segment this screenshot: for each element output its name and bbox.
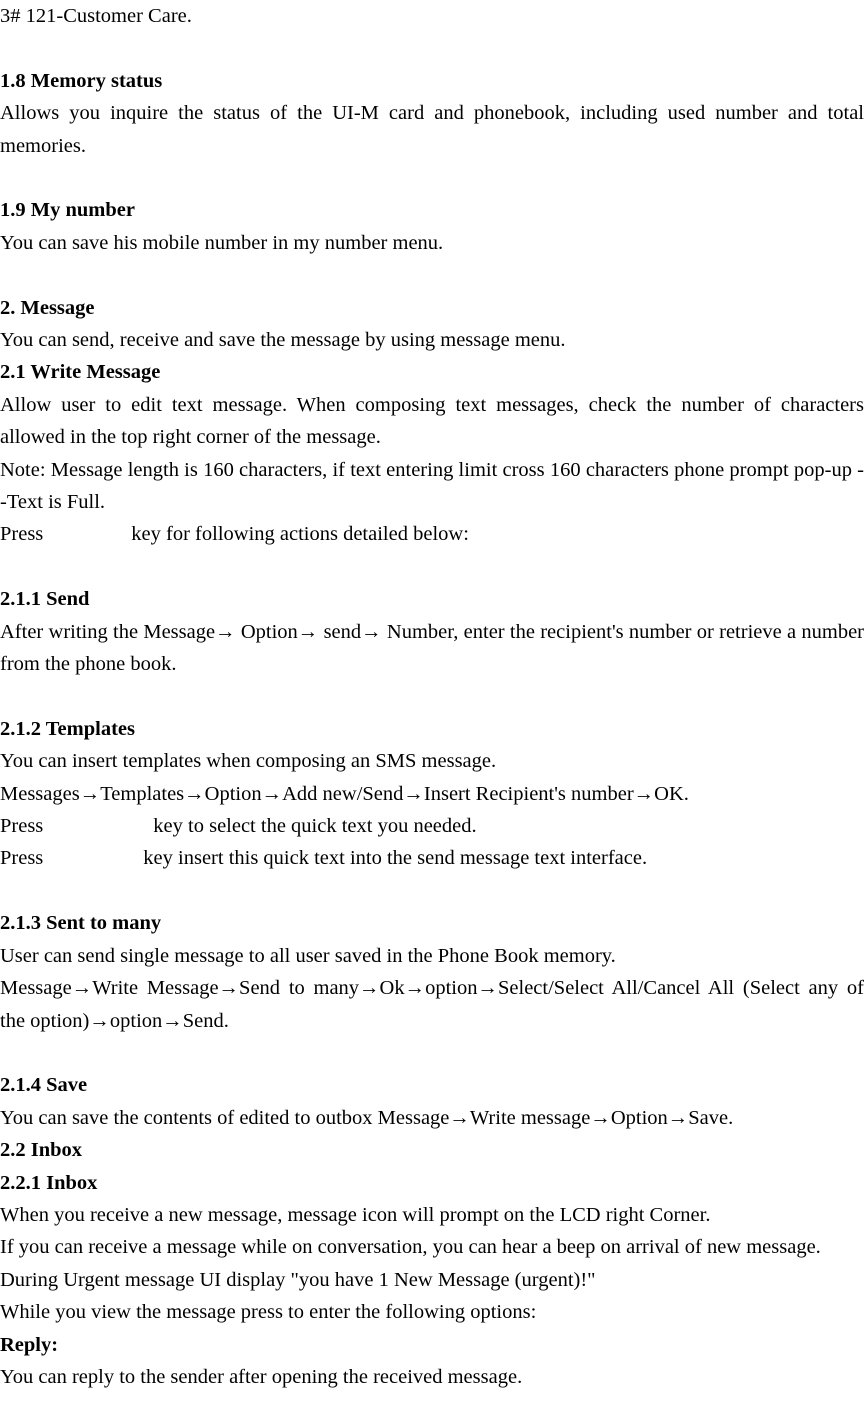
vertical-spacer (0, 1037, 864, 1069)
document-body: 3# 121-Customer Care. 1.8 Memory status … (0, 0, 864, 1393)
heading-save: 2.1.4 Save (0, 1074, 88, 1097)
paragraph-my-number: You can save his mobile number in my num… (0, 231, 444, 254)
vertical-spacer (0, 551, 864, 583)
paragraph-templates-2: Messages→Templates→Option→Add new/Send→I… (0, 782, 689, 805)
vertical-spacer (0, 680, 864, 712)
paragraph-inbox-3: During Urgent message UI display "you ha… (0, 1268, 596, 1291)
vertical-spacer (0, 162, 864, 194)
press-key-line-1: Press key for following actions detailed … (0, 518, 864, 550)
press-key-line-3: Press key insert this quick text into the… (0, 842, 864, 874)
paragraph-write-message-1: Allow user to edit text message. When co… (0, 393, 864, 449)
paragraph-send: After writing the Message→ Option→ send→… (0, 620, 864, 676)
paragraph-message: You can send, receive and save the messa… (0, 329, 566, 352)
paragraph-memory-status: Allows you inquire the status of the UI-… (0, 102, 864, 157)
document-page: 3# 121-Customer Care. 1.8 Memory status … (0, 0, 865, 1418)
vertical-spacer (0, 875, 864, 907)
press-instruction: key to select the quick text you needed. (153, 815, 477, 838)
heading-my-number: 1.9 My number (0, 199, 135, 222)
heading-sent-to-many: 2.1.3 Sent to many (0, 912, 162, 935)
vertical-spacer (0, 32, 864, 64)
press-instruction: key for following actions detailed below… (131, 523, 469, 546)
heading-send: 2.1.1 Send (0, 588, 90, 611)
paragraph-inbox-2: If you can receive a message while on co… (0, 1236, 821, 1259)
paragraph-templates-1: You can insert templates when composing … (0, 750, 497, 773)
heading-templates: 2.1.2 Templates (0, 717, 135, 740)
heading-memory-status: 1.8 Memory status (0, 69, 163, 92)
paragraph-write-message-2: Note: Message length is 160 characters, … (0, 458, 864, 514)
paragraph-sent-to-many-1: User can send single message to all user… (0, 944, 616, 967)
heading-inbox-sub: 2.2.1 Inbox (0, 1171, 98, 1194)
heading-inbox: 2.2 Inbox (0, 1139, 83, 1162)
vertical-spacer (0, 259, 864, 291)
paragraph-inbox-4: While you view the message press to ente… (0, 1301, 537, 1324)
paragraph-reply: You can reply to the sender after openin… (0, 1365, 523, 1388)
heading-write-message: 2.1 Write Message (0, 361, 161, 384)
press-label: Press (0, 523, 44, 546)
heading-reply: Reply: (0, 1333, 59, 1356)
heading-message: 2. Message (0, 296, 95, 319)
paragraph-inbox-1: When you receive a new message, message … (0, 1203, 711, 1226)
paragraph-sent-to-many-2: Message→Write Message→Send to many→Ok→op… (0, 977, 864, 1032)
press-label: Press (0, 815, 44, 838)
header-line: 3# 121-Customer Care. (0, 5, 192, 27)
paragraph-save: You can save the contents of edited to o… (0, 1106, 734, 1129)
press-label: Press (0, 847, 44, 870)
press-instruction: key insert this quick text into the send… (143, 847, 648, 870)
press-key-line-2: Press key to select the quick text you ne… (0, 810, 864, 842)
